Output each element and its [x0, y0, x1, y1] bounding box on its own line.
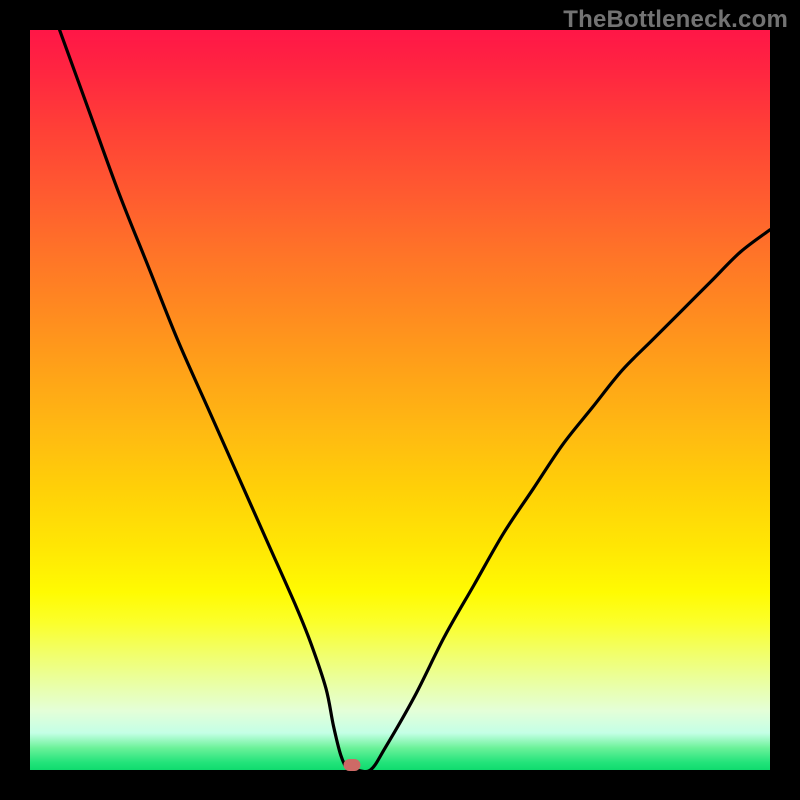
bottleneck-curve: [30, 30, 770, 770]
watermark-text: TheBottleneck.com: [563, 6, 788, 34]
chart-frame: TheBottleneck.com: [0, 0, 800, 800]
optimal-point-marker: [343, 759, 360, 771]
